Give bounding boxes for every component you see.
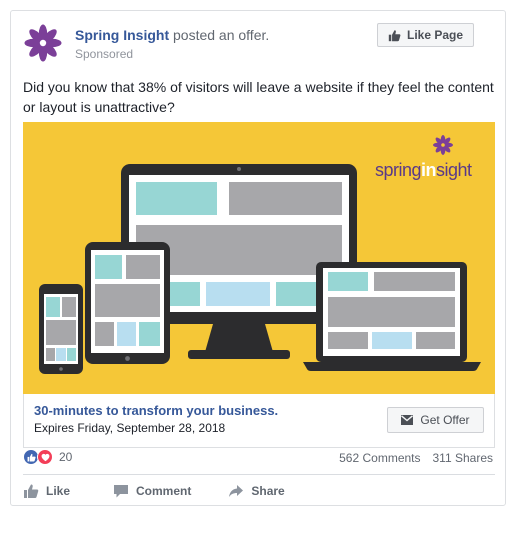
envelope-icon — [401, 415, 414, 425]
page-name-link[interactable]: Spring Insight — [75, 27, 169, 43]
post-actions: Like Comment Share — [23, 481, 285, 501]
responsive-devices-illustration: springinsight — [23, 122, 495, 394]
get-offer-button[interactable]: Get Offer — [387, 407, 484, 433]
tablet-device — [85, 242, 170, 364]
engagement-stats: 562 Comments 311 Shares — [339, 451, 493, 465]
comment-bubble-icon — [114, 485, 129, 498]
comments-count-link[interactable]: 562 Comments — [339, 451, 420, 465]
purple-flower-icon — [23, 23, 63, 63]
like-button[interactable]: Like — [23, 481, 70, 501]
reactions-summary[interactable]: 20 — [23, 449, 72, 465]
thumbs-up-icon — [388, 29, 401, 41]
share-arrow-icon — [229, 485, 244, 497]
offer-expiry: Expires Friday, September 28, 2018 — [34, 421, 226, 435]
post-action-text: posted an offer. — [173, 27, 270, 43]
get-offer-label: Get Offer — [420, 413, 470, 427]
like-label: Like — [46, 484, 71, 498]
comment-label: Comment — [136, 484, 192, 498]
post-header-line: Spring Insight posted an offer. — [75, 27, 269, 43]
laptop-device — [303, 262, 481, 371]
sponsored-post-card: Spring Insight posted an offer. Sponsore… — [10, 10, 506, 506]
thumbs-up-icon — [24, 484, 39, 498]
share-label: Share — [251, 484, 285, 498]
share-button[interactable]: Share — [228, 481, 285, 501]
love-reaction-icon — [37, 449, 53, 465]
actions-divider — [23, 474, 495, 475]
sponsored-label[interactable]: Sponsored — [75, 47, 133, 61]
comment-button[interactable]: Comment — [113, 481, 191, 501]
offer-details[interactable]: 30-minutes to transform your business. E… — [23, 394, 495, 448]
like-page-label: Like Page — [406, 28, 464, 42]
phone-device — [39, 284, 83, 374]
svg-text:springinsight: springinsight — [375, 160, 472, 180]
post-body-text: Did you know that 38% of visitors will l… — [23, 79, 494, 115]
page-avatar[interactable] — [23, 23, 63, 63]
offer-title[interactable]: 30-minutes to transform your business. — [34, 403, 278, 418]
like-page-button[interactable]: Like Page — [377, 23, 474, 47]
ad-image[interactable]: springinsight — [23, 122, 495, 394]
shares-count-link[interactable]: 311 Shares — [433, 451, 494, 465]
reaction-count: 20 — [59, 450, 73, 464]
